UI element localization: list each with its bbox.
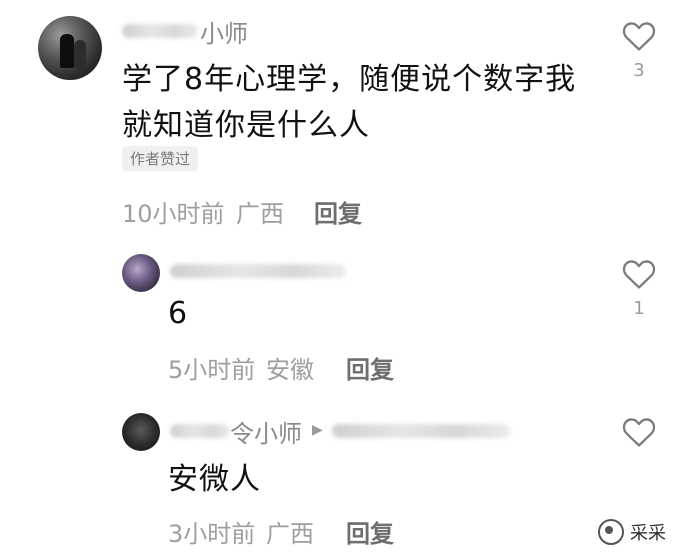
watermark-text: 采采 <box>630 523 666 544</box>
avatar-figure-secondary <box>74 40 86 70</box>
blurred-username <box>170 264 346 278</box>
avatar-figure <box>60 34 74 68</box>
heart-icon <box>622 22 656 51</box>
comment-author-name[interactable]: 小师 <box>200 14 248 49</box>
reply-location: 广西 <box>266 520 314 548</box>
comment-time: 10小时前 <box>122 200 225 228</box>
like-button[interactable] <box>622 258 656 294</box>
reply-text: 6 <box>168 296 189 331</box>
heart-icon <box>622 260 656 289</box>
reply-button[interactable]: 回复 <box>346 514 394 549</box>
watermark: 采采 <box>598 519 666 545</box>
reply-text: 安微人 <box>168 462 261 497</box>
like-button[interactable] <box>622 416 656 452</box>
reply-author-name[interactable]: 令小师 <box>230 414 302 449</box>
replier-avatar[interactable] <box>122 413 160 451</box>
reply-to-arrow-icon: ▶ <box>312 422 323 438</box>
like-count: 3 <box>633 60 645 81</box>
reply-button[interactable]: 回复 <box>314 194 362 229</box>
blurred-username <box>122 24 198 38</box>
replier-avatar[interactable] <box>122 254 160 292</box>
comment-text-line: 就知道你是什么人 <box>122 108 370 143</box>
reply-button[interactable]: 回复 <box>346 350 394 385</box>
reply-time: 3小时前 <box>168 520 256 548</box>
comment-text-line: 学了8年心理学，随便说个数字我 <box>122 62 577 97</box>
reply-time: 5小时前 <box>168 356 256 384</box>
heart-icon <box>622 418 656 447</box>
reply-location: 安徽 <box>266 356 314 384</box>
commenter-avatar[interactable] <box>38 16 102 80</box>
comment-location: 广西 <box>236 200 284 228</box>
blurred-reply-target-name <box>332 424 510 438</box>
wechat-logo-icon <box>598 519 624 545</box>
blurred-username <box>170 424 230 438</box>
like-button[interactable] <box>622 20 656 56</box>
like-count: 1 <box>633 298 645 319</box>
author-liked-badge: 作者赞过 <box>122 146 199 171</box>
